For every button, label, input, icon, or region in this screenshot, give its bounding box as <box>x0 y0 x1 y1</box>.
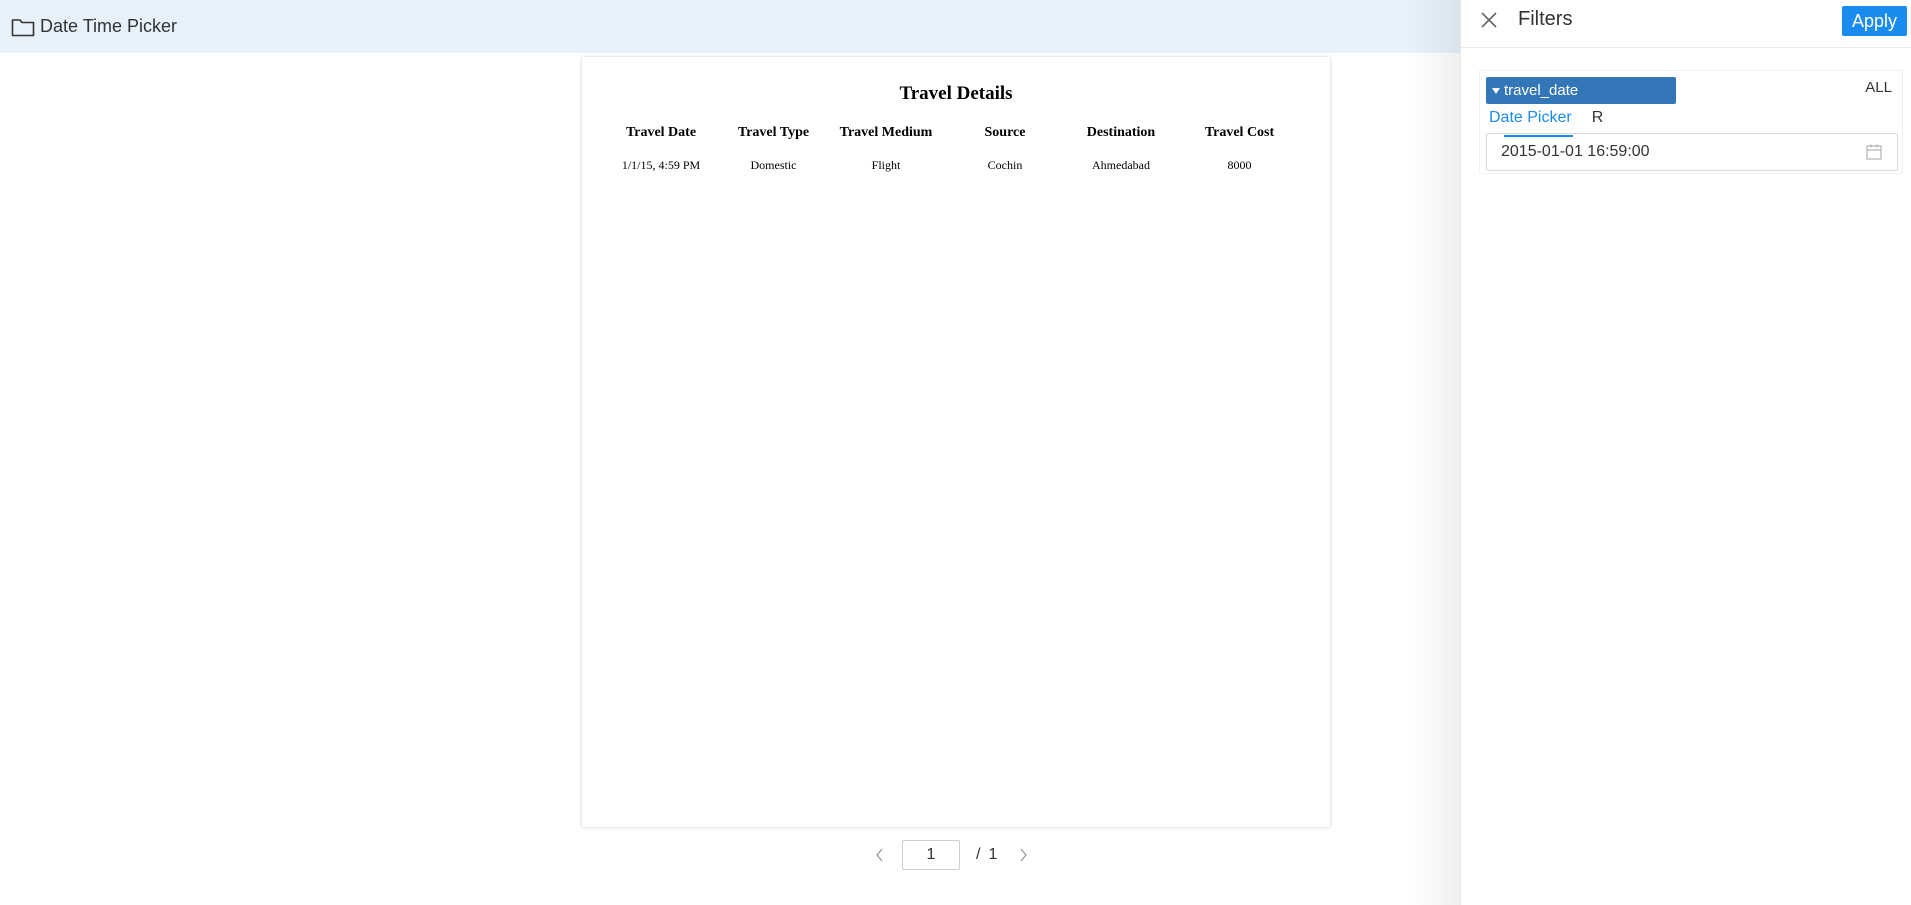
table-cell: 8000 <box>1227 157 1252 172</box>
close-icon[interactable] <box>1479 10 1499 30</box>
table-cell: Cochin <box>987 157 1023 172</box>
page-total: 1 <box>988 846 998 863</box>
date-time-value: 2015-01-01 16:59:00 <box>1501 143 1650 160</box>
column-header: Travel Type <box>737 125 810 140</box>
column-header: Travel Cost <box>1204 125 1275 140</box>
column-header: Travel Date <box>625 125 697 140</box>
field-chip-travel-date[interactable]: travel_date <box>1486 77 1676 104</box>
chevron-right-icon[interactable] <box>1013 845 1033 865</box>
all-toggle[interactable]: ALL <box>1865 79 1892 96</box>
filters-panel: Filters Apply travel_date ALL Date Picke… <box>1460 0 1911 905</box>
caret-down-icon <box>1491 86 1501 96</box>
table-cell: 1/1/15, 4:59 PM <box>621 157 701 172</box>
field-chip-label: travel_date <box>1504 82 1579 99</box>
table-header-row: Travel Date Travel Type Travel Medium So… <box>606 120 1306 146</box>
report-table: Travel Date Travel Type Travel Medium So… <box>606 120 1306 184</box>
report-page: Travel Details Travel Date Travel Type T… <box>582 57 1330 827</box>
filters-header: Filters Apply <box>1461 0 1911 48</box>
top-bar: Date Time Picker <box>0 0 1460 53</box>
tab-date-picker[interactable]: Date Picker <box>1488 109 1573 137</box>
page-number-input[interactable] <box>902 840 960 870</box>
calendar-icon[interactable] <box>1865 143 1883 161</box>
filters-title: Filters <box>1518 8 1573 30</box>
column-header: Destination <box>1086 125 1156 140</box>
column-header: Travel Medium <box>839 125 933 140</box>
panel-shadow <box>1410 0 1460 905</box>
date-time-field[interactable]: 2015-01-01 16:59:00 <box>1486 133 1898 171</box>
table-cell: Flight <box>871 157 901 172</box>
report-title: Travel Details <box>899 83 1013 104</box>
apply-button[interactable]: Apply <box>1842 6 1907 36</box>
filter-tabs: Date Picker R <box>1488 109 1605 137</box>
tab-r[interactable]: R <box>1591 109 1605 134</box>
filter-card: travel_date ALL Date Picker R 2015-01-01… <box>1479 70 1903 174</box>
column-header: Source <box>984 125 1026 140</box>
table-cell: Ahmedabad <box>1092 157 1150 172</box>
chevron-left-icon[interactable] <box>870 845 890 865</box>
page-separator: / <box>976 846 981 863</box>
folder-icon <box>11 17 35 37</box>
pager: / 1 <box>870 840 1033 870</box>
report-name: Date Time Picker <box>40 16 178 36</box>
table-row: 1/1/15, 4:59 PM Domestic Flight Cochin A… <box>606 146 1306 184</box>
table-cell: Domestic <box>750 157 797 172</box>
